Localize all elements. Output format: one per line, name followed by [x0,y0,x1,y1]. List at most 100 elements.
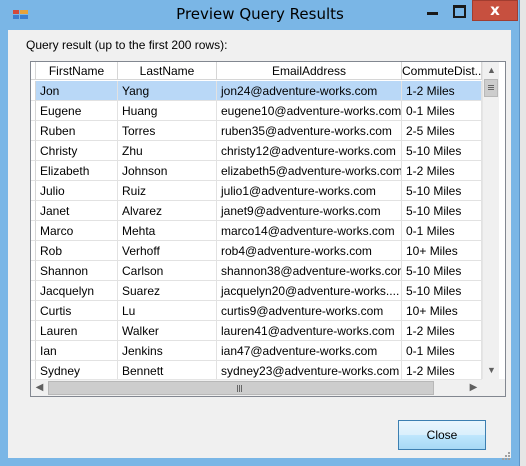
cell-firstname[interactable]: Janet [36,201,118,221]
cell-commute[interactable]: 1-2 Miles [402,321,482,341]
arrow-down-icon[interactable]: ▼ [483,362,500,379]
cell-lastname[interactable]: Huang [118,101,217,121]
horizontal-scrollbar[interactable]: ◀ ▶ [31,379,482,396]
column-header-firstname[interactable]: FirstName [36,62,118,80]
grip-icon [237,385,238,392]
cell-commute[interactable]: 5-10 Miles [402,181,482,201]
horizontal-scroll-thumb[interactable] [48,381,434,395]
table-row[interactable]: Rob Verhoff rob4@adventure-works.com 10+ Mi… [31,241,482,261]
table-row[interactable]: Christy Zhu christy12@adventure-works.com 5… [31,141,482,161]
window-close-button[interactable]: x [472,0,518,21]
cell-email[interactable]: julio1@adventure-works.com [217,181,402,201]
cell-commute[interactable]: 0-1 Miles [402,341,482,361]
cell-commute[interactable]: 5-10 Miles [402,201,482,221]
cell-lastname[interactable]: Bennett [118,361,217,381]
cell-lastname[interactable]: Suarez [118,281,217,301]
arrow-up-icon[interactable]: ▲ [483,62,500,79]
cell-firstname[interactable]: Curtis [36,301,118,321]
table-row[interactable]: Jon Yang jon24@adventure-works.com 1-2 Mile… [31,81,482,101]
column-header-lastname[interactable]: LastName [118,62,217,80]
minimize-button[interactable] [419,0,446,21]
arrow-left-icon[interactable]: ◀ [31,380,48,396]
table-row[interactable]: Eugene Huang eugene10@adventure-works.com 0… [31,101,482,121]
cell-commute[interactable]: 5-10 Miles [402,261,482,281]
cell-firstname[interactable]: Rob [36,241,118,261]
table-row[interactable]: Marco Mehta marco14@adventure-works.com 0-1… [31,221,482,241]
table-row[interactable]: Shannon Carlson shannon38@adventure-works.… [31,261,482,281]
cell-commute[interactable]: 1-2 Miles [402,161,482,181]
vertical-scrollbar[interactable]: ▲ ▼ [482,62,499,379]
cell-firstname[interactable]: Christy [36,141,118,161]
cell-email[interactable]: christy12@adventure-works.com [217,141,402,161]
arrow-right-icon[interactable]: ▶ [465,380,482,396]
cell-lastname[interactable]: Johnson [118,161,217,181]
cell-email[interactable]: janet9@adventure-works.com [217,201,402,221]
cell-commute[interactable]: 5-10 Miles [402,141,482,161]
cell-commute[interactable]: 1-2 Miles [402,81,482,101]
title-bar[interactable]: Preview Query Results x [0,0,520,30]
cell-email[interactable]: rob4@adventure-works.com [217,241,402,261]
vertical-scroll-thumb[interactable] [484,79,498,97]
table-row[interactable]: Elizabeth Johnson elizabeth5@adventure-wor… [31,161,482,181]
cell-email[interactable]: eugene10@adventure-works.com [217,101,402,121]
table-row[interactable]: Julio Ruiz julio1@adventure-works.com 5-10 … [31,181,482,201]
cell-email[interactable]: marco14@adventure-works.com [217,221,402,241]
cell-firstname[interactable]: Lauren [36,321,118,341]
cell-lastname[interactable]: Yang [118,81,217,101]
table-row[interactable]: Curtis Lu curtis9@adventure-works.com 10+ M… [31,301,482,321]
table-row[interactable]: Lauren Walker lauren41@adventure-works.com… [31,321,482,341]
cell-commute[interactable]: 10+ Miles [402,241,482,261]
cell-commute[interactable]: 10+ Miles [402,301,482,321]
close-button[interactable]: Close [398,420,486,450]
table-row[interactable]: Ruben Torres ruben35@adventure-works.com 2-… [31,121,482,141]
cell-lastname[interactable]: Lu [118,301,217,321]
cell-firstname[interactable]: Shannon [36,261,118,281]
cell-email[interactable]: lauren41@adventure-works.com [217,321,402,341]
cell-firstname[interactable]: Elizabeth [36,161,118,181]
cell-email[interactable]: jon24@adventure-works.com [217,81,402,101]
cell-lastname[interactable]: Torres [118,121,217,141]
cell-lastname[interactable]: Zhu [118,141,217,161]
cell-firstname[interactable]: Jacquelyn [36,281,118,301]
cell-email[interactable]: ruben35@adventure-works.com [217,121,402,141]
cell-lastname[interactable]: Jenkins [118,341,217,361]
cell-email[interactable]: shannon38@adventure-works.com [217,261,402,281]
cell-email[interactable]: jacquelyn20@adventure-works.... [217,281,402,301]
cell-lastname[interactable]: Ruiz [118,181,217,201]
background-window-edge [520,0,526,466]
cell-firstname[interactable]: Ruben [36,121,118,141]
table-row[interactable]: Jacquelyn Suarez jacquelyn20@adventure-wor… [31,281,482,301]
column-header-commutedistance[interactable]: CommuteDist... [402,62,482,80]
cell-email[interactable]: curtis9@adventure-works.com [217,301,402,321]
cell-lastname[interactable]: Carlson [118,261,217,281]
cell-email[interactable]: sydney23@adventure-works.com [217,361,402,381]
grip-icon [488,85,494,86]
resize-grip-icon[interactable] [500,450,510,460]
cell-lastname[interactable]: Verhoff [118,241,217,261]
cell-lastname[interactable]: Mehta [118,221,217,241]
table-row[interactable]: Ian Jenkins ian47@adventure-works.com 0-1 M… [31,341,482,361]
cell-commute[interactable]: 0-1 Miles [402,221,482,241]
column-header-emailaddress[interactable]: EmailAddress [217,62,402,80]
cell-email[interactable]: elizabeth5@adventure-works.com [217,161,402,181]
cell-firstname[interactable]: Sydney [36,361,118,381]
cell-commute[interactable]: 1-2 Miles [402,361,482,381]
cell-firstname[interactable]: Julio [36,181,118,201]
cell-commute[interactable]: 2-5 Miles [402,121,482,141]
table-row[interactable]: Janet Alvarez janet9@adventure-works.com 5-… [31,201,482,221]
cell-lastname[interactable]: Walker [118,321,217,341]
table-row[interactable]: Sydney Bennett sydney23@adventure-works.co… [31,361,482,381]
cell-firstname[interactable]: Jon [36,81,118,101]
scrollbar-corner [482,379,505,396]
results-grid[interactable]: FirstName LastName EmailAddress CommuteD… [30,61,506,397]
cell-commute[interactable]: 0-1 Miles [402,101,482,121]
cell-firstname[interactable]: Eugene [36,101,118,121]
cell-email[interactable]: ian47@adventure-works.com [217,341,402,361]
cell-commute[interactable]: 5-10 Miles [402,281,482,301]
cell-firstname[interactable]: Ian [36,341,118,361]
grid-header: FirstName LastName EmailAddress CommuteD… [31,62,482,81]
maximize-button[interactable] [446,0,472,21]
cell-lastname[interactable]: Alvarez [118,201,217,221]
cell-firstname[interactable]: Marco [36,221,118,241]
dialog-body: Query result (up to the first 200 rows):… [8,30,511,460]
